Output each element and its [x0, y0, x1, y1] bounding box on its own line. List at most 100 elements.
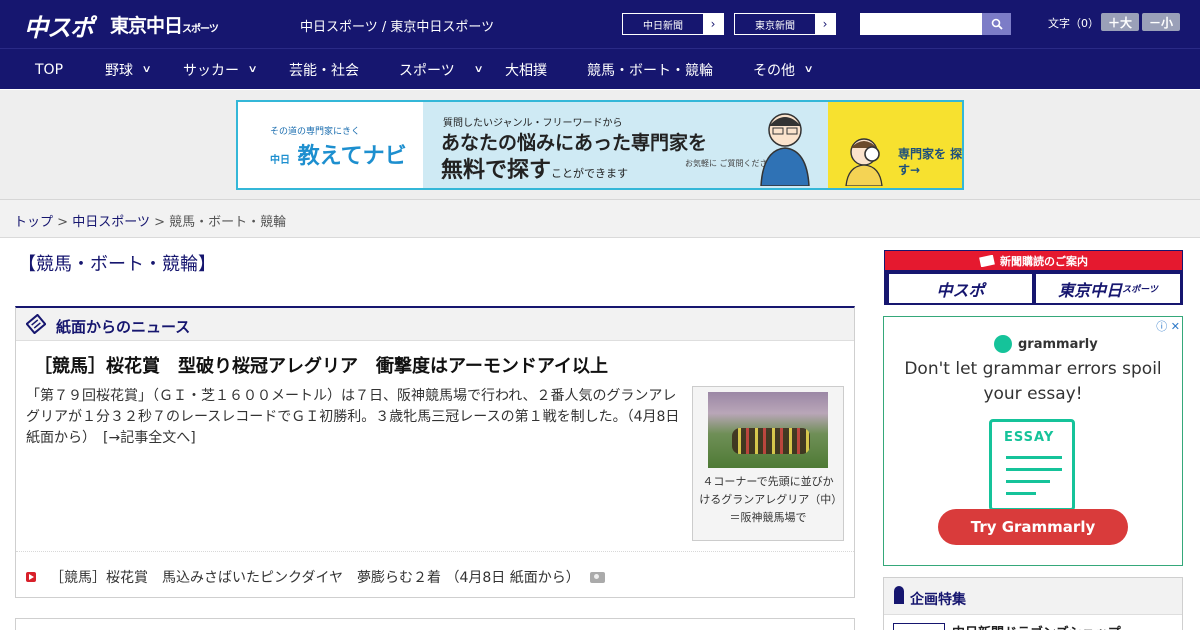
- nav-label: その他: [753, 62, 795, 79]
- grammarly-logo-icon: [994, 335, 1012, 353]
- banner-copy-panel: 質問したいジャンル・フリーワードから あなたの悩みにあった専門家を 無料で探すこ…: [423, 102, 828, 188]
- breadcrumb-separator: >: [57, 215, 69, 230]
- breadcrumb-current: 競馬・ボート・競輪: [169, 215, 287, 230]
- essay-document-icon: ESSAY: [989, 419, 1075, 511]
- font-smaller-button[interactable]: －小: [1142, 13, 1180, 31]
- news-section-header: 紙面からのニュース: [16, 308, 854, 341]
- feature-item[interactable]: 中日新聞ドラゴンズショップ: [884, 614, 1182, 630]
- subscription-box[interactable]: 新聞購読のご案内 中スポ 東京中日 スポーツ: [884, 250, 1183, 305]
- sub-news-text: ［競馬］桜花賞 馬込みさばいたピンクダイヤ 夢膨らむ２着 （4月8日 紙面から）: [50, 570, 580, 586]
- play-arrow-icon: [26, 572, 36, 582]
- nav-label: サッカー: [183, 62, 239, 79]
- subscription-logo-small: スポーツ: [1122, 285, 1158, 295]
- nav-label: スポーツ: [399, 62, 455, 79]
- doc-line: [1006, 480, 1050, 483]
- banner-line1: 質問したいジャンル・フリーワードから: [443, 118, 623, 129]
- banner-cta-panel[interactable]: 専門家を 探す→: [828, 102, 963, 188]
- nav-item-top[interactable]: TOP: [35, 49, 63, 90]
- nav-item-sports[interactable]: スポーツ ∨: [399, 49, 484, 90]
- subscription-chunichi-sports[interactable]: 中スポ: [889, 274, 1032, 303]
- chunichi-shimbun-link[interactable]: 中日新聞 ›: [622, 13, 724, 35]
- try-grammarly-button[interactable]: Try Grammarly: [938, 509, 1128, 545]
- ad-close-icon[interactable]: ⓘ ✕: [1156, 318, 1180, 334]
- person-magnifier-icon: [845, 138, 883, 186]
- chunichi-sports-logo[interactable]: 中スポ: [24, 8, 94, 43]
- nav-item-sumo[interactable]: 大相撲: [505, 49, 547, 90]
- nav-label: 大相撲: [505, 62, 547, 79]
- news-section-title: 紙面からのニュース: [56, 318, 191, 336]
- nav-item-other[interactable]: その他 ∨: [753, 49, 814, 90]
- subscription-tokyo-chunichi[interactable]: 東京中日 スポーツ: [1036, 274, 1180, 303]
- banner-small-text: その道の専門家にきく: [270, 127, 361, 137]
- breadcrumb: トップ > 中日スポーツ > 競馬・ボート・競輪: [14, 211, 286, 230]
- link-label: 中日新聞: [643, 20, 683, 32]
- ribbon-icon: [894, 586, 904, 604]
- nav-label: 芸能・社会: [289, 62, 359, 79]
- link-label: 東京新聞: [755, 20, 795, 32]
- feature-thumbnail: [893, 623, 945, 630]
- banner-brand: 中日 教えてナビ: [270, 138, 407, 170]
- nav-item-soccer[interactable]: サッカー ∨: [183, 49, 258, 90]
- doc-line: [1006, 492, 1036, 495]
- news-photo[interactable]: [708, 392, 828, 468]
- feature-title: 企画特集: [910, 592, 966, 608]
- horses-graphic: [732, 428, 810, 454]
- essay-label: ESSAY: [1004, 430, 1055, 445]
- breadcrumb-top[interactable]: トップ: [14, 215, 53, 230]
- banner-brand-prefix: 中日: [270, 155, 290, 166]
- font-size-label: 文字（0）: [1048, 17, 1099, 30]
- breadcrumb-chunichi-sports[interactable]: 中日スポーツ: [72, 215, 150, 230]
- search-input[interactable]: [860, 13, 982, 35]
- logo-text: 東京中日: [110, 15, 183, 37]
- chevron-down-icon: ∨: [141, 64, 152, 75]
- font-larger-button[interactable]: ＋大: [1101, 13, 1139, 31]
- sub-news-item[interactable]: ［競馬］桜花賞 馬込みさばいたピンクダイヤ 夢膨らむ２着 （4月8日 紙面から）: [26, 567, 605, 587]
- ticket-icon: [979, 254, 995, 267]
- header: 中スポ 東京中日スポーツ 中日スポーツ / 東京中日スポーツ 中日新聞 › 東京…: [0, 0, 1200, 48]
- tokyo-chunichi-sports-logo[interactable]: 東京中日スポーツ: [110, 11, 219, 38]
- oshiete-navi-banner[interactable]: その道の専門家にきく 中日 教えてナビ 質問したいジャンル・フリーワードから あ…: [236, 100, 964, 190]
- camera-icon: [589, 571, 605, 583]
- subscription-logo-text: 東京中日: [1058, 280, 1123, 300]
- search-button[interactable]: [982, 13, 1011, 35]
- banner-line3-small: ことができます: [551, 167, 629, 180]
- banner-cta: 専門家を 探す→: [898, 147, 963, 177]
- newspaper-icon: [26, 314, 46, 334]
- nav-item-baseball[interactable]: 野球 ∨: [105, 49, 152, 90]
- chevron-right-icon: ›: [703, 14, 723, 34]
- chevron-down-icon: ∨: [473, 64, 484, 75]
- nav-item-racing[interactable]: 競馬・ボート・競輪: [587, 49, 713, 90]
- subscription-header: 新聞購読のご案内: [885, 251, 1182, 270]
- nav-item-entertainment[interactable]: 芸能・社会: [289, 49, 359, 90]
- tokyo-shimbun-link[interactable]: 東京新聞 ›: [734, 13, 836, 35]
- ad-text: Don't let grammar errors spoil your essa…: [904, 359, 1162, 404]
- banner-line3-bold: 無料で探す: [441, 158, 552, 183]
- next-section-box: [15, 618, 855, 630]
- subscription-header-text: 新聞購読のご案内: [1000, 254, 1088, 268]
- chevron-down-icon: ∨: [803, 64, 814, 75]
- site-subtitle: 中日スポーツ / 東京中日スポーツ: [300, 20, 495, 35]
- breadcrumb-bar: トップ > 中日スポーツ > 競馬・ボート・競輪: [0, 200, 1200, 238]
- news-photo-card[interactable]: ４コーナーで先頭に並びかけるグランアレグリア（中）＝阪神競馬場で: [692, 386, 844, 541]
- banner-area: その道の専門家にきく 中日 教えてナビ 質問したいジャンル・フリーワードから あ…: [0, 90, 1200, 200]
- page-title: 【競馬・ボート・競輪】: [18, 254, 216, 275]
- news-section: 紙面からのニュース ［競馬］桜花賞 型破り桜冠アレグリア 衝撃度はアーモンドアイ…: [15, 306, 855, 598]
- main-nav: TOP 野球 ∨ サッカー ∨ 芸能・社会 スポーツ ∨ 大相撲 競馬・ボート・競輪 …: [0, 48, 1200, 89]
- chevron-down-icon: ∨: [247, 64, 258, 75]
- divider: [16, 551, 854, 552]
- news-headline[interactable]: ［競馬］桜花賞 型破り桜冠アレグリア 衝撃度はアーモンドアイ以上: [34, 352, 608, 378]
- grammarly-ad[interactable]: ⓘ ✕ grammarly Don't let grammar errors s…: [883, 316, 1183, 566]
- feature-box: 企画特集 中日新聞ドラゴンズショップ: [883, 577, 1183, 630]
- breadcrumb-separator: >: [154, 215, 165, 230]
- chevron-right-icon: ›: [815, 14, 835, 34]
- banner-brand-name: 教えてナビ: [297, 144, 407, 169]
- photo-caption: ４コーナーで先頭に並びかけるグランアレグリア（中）＝阪神競馬場で: [699, 475, 837, 524]
- logo-small-text: スポーツ: [182, 24, 219, 35]
- doc-line: [1006, 468, 1062, 471]
- feature-item-text: 中日新聞ドラゴンズショップ: [952, 622, 1121, 630]
- news-lead[interactable]: 「第７９回桜花賞」（ＧＩ・芝１６００メートル）は７日、阪神競馬場で行われ、２番人…: [26, 386, 686, 449]
- nav-label: TOP: [35, 61, 64, 78]
- ad-brand: grammarly: [994, 335, 1098, 353]
- ad-brand-text: grammarly: [1018, 336, 1098, 352]
- nav-label: 競馬・ボート・競輪: [587, 62, 713, 79]
